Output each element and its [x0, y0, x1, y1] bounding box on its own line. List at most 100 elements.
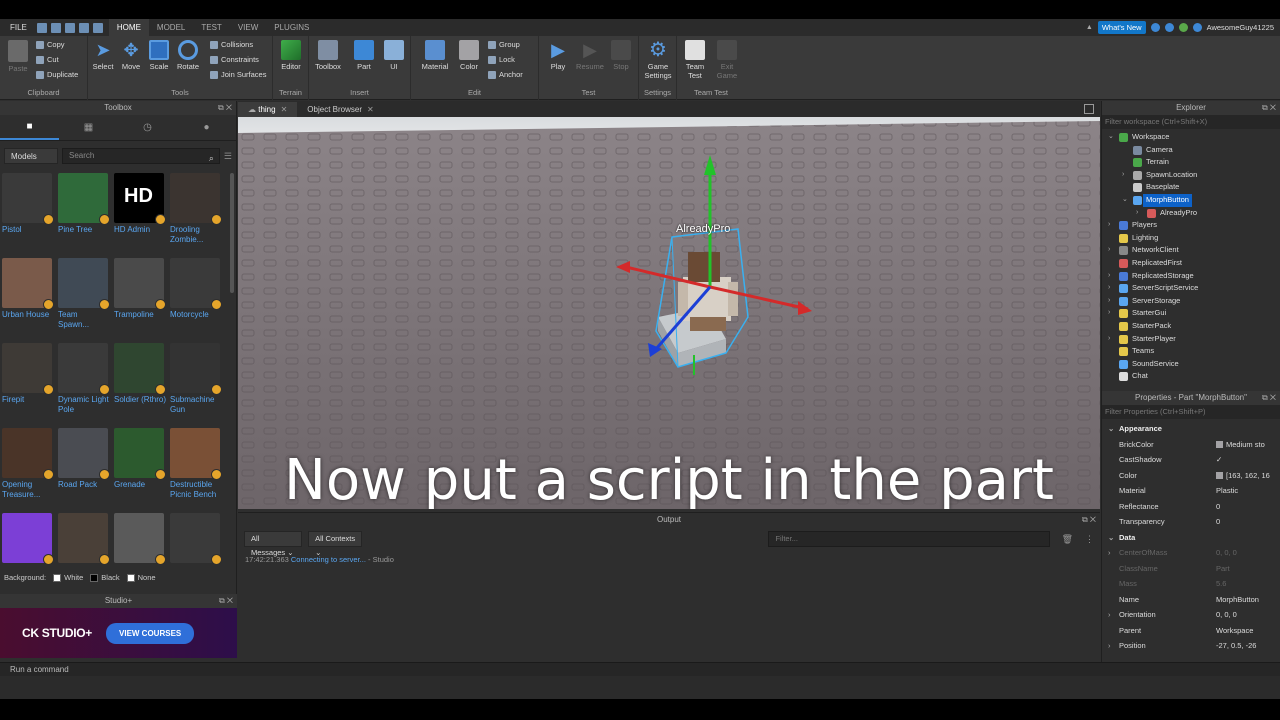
chevron-right-icon[interactable]: ›	[1108, 307, 1110, 320]
team-test-button[interactable]: Team Test	[680, 40, 710, 80]
chevron-right-icon[interactable]: ›	[1108, 333, 1110, 346]
more-options-icon[interactable]: ⋮	[1085, 534, 1094, 545]
resume-button[interactable]: ▶ Resume	[575, 40, 605, 71]
anchor-button[interactable]: Anchor	[488, 70, 523, 79]
help-icon[interactable]	[1150, 23, 1160, 32]
toolbox-item[interactable]	[58, 513, 110, 568]
property-row[interactable]: › Position -27, 0.5, -26	[1102, 638, 1274, 654]
3d-viewport[interactable]: AlreadyPro Now put a script in the part	[238, 117, 1100, 509]
cut-button[interactable]: Cut	[36, 55, 59, 64]
marketplace-tab[interactable]: ■	[0, 115, 59, 140]
property-row[interactable]: Name MorphButton	[1102, 592, 1274, 608]
toolbox-item[interactable]: Submachine Gun	[170, 343, 222, 425]
property-row[interactable]: › Orientation 0, 0, 0	[1102, 607, 1274, 623]
property-row[interactable]: Color [163, 162, 16	[1102, 468, 1274, 484]
property-value[interactable]: [163, 162, 16	[1216, 468, 1272, 484]
rotate-tool[interactable]: Rotate	[173, 40, 203, 71]
terrain-editor-button[interactable]: Editor	[276, 40, 306, 71]
file-menu[interactable]: FILE	[0, 23, 37, 32]
explorer-item[interactable]: Baseplate	[1102, 181, 1272, 194]
creations-tab[interactable]: ●	[177, 115, 236, 140]
search-icon[interactable]: ⌕	[209, 151, 214, 165]
property-row[interactable]: BrickColor Medium sto	[1102, 437, 1274, 453]
tab-object-browser[interactable]: Object Browser ✕	[297, 102, 384, 117]
friends-icon[interactable]	[1178, 23, 1188, 32]
chevron-right-icon[interactable]: ›	[1108, 607, 1111, 623]
chevron-right-icon[interactable]: ›	[1122, 169, 1124, 182]
tab-plugins[interactable]: PLUGINS	[266, 19, 317, 36]
property-value[interactable]: Plastic	[1216, 483, 1272, 499]
explorer-item[interactable]: ⌄ MorphButton	[1102, 194, 1272, 207]
explorer-item[interactable]: StarterPack	[1102, 320, 1272, 333]
chevron-right-icon[interactable]: ›	[1108, 545, 1111, 561]
explorer-item[interactable]: › StarterPlayer	[1102, 333, 1272, 346]
explorer-item[interactable]: › ServerStorage	[1102, 295, 1272, 308]
explorer-item[interactable]: › ServerScriptService	[1102, 282, 1272, 295]
properties-filter-input[interactable]: Filter Properties (Ctrl+Shift+P)	[1102, 405, 1280, 419]
avatar[interactable]	[1192, 23, 1202, 32]
explorer-item[interactable]: › AlreadyPro	[1102, 207, 1272, 220]
part-button[interactable]: Part	[349, 40, 379, 71]
toolbox-item[interactable]: Dynamic Light Pole	[58, 343, 110, 425]
explorer-item[interactable]: › Players	[1102, 219, 1272, 232]
toolbox-item[interactable]: Firepit	[2, 343, 54, 425]
chevron-down-icon[interactable]: ⌄	[1108, 421, 1114, 437]
material-button[interactable]: Material	[420, 40, 450, 71]
explorer-filter-input[interactable]: Filter workspace (Ctrl+Shift+X)	[1102, 115, 1280, 129]
property-row[interactable]: CastShadow ✓	[1102, 452, 1274, 468]
toolbox-item[interactable]: Drooling Zombie...	[170, 173, 222, 255]
exit-game-button[interactable]: Exit Game	[712, 40, 742, 80]
explorer-item[interactable]: Lighting	[1102, 232, 1272, 245]
explorer-item[interactable]: › ReplicatedStorage	[1102, 270, 1272, 283]
toolbox-item[interactable]: Grenade	[114, 428, 166, 510]
clear-output-icon[interactable]: 🗑	[1062, 534, 1073, 545]
close-icon[interactable]: ⧉ ✕	[218, 101, 232, 115]
explorer-item[interactable]: SoundService	[1102, 358, 1272, 371]
toolbox-item[interactable]: Pistol	[2, 173, 54, 255]
close-icon[interactable]: ⧉ ✕	[1262, 101, 1276, 115]
command-bar[interactable]: Run a command	[0, 662, 1280, 676]
contexts-filter-dropdown[interactable]: All Contexts ⌄	[308, 531, 363, 557]
paste-button[interactable]: Paste	[4, 40, 32, 73]
explorer-item[interactable]: Teams	[1102, 345, 1272, 358]
bg-none-option[interactable]: None	[126, 573, 156, 583]
save-icon[interactable]	[36, 22, 47, 33]
chevron-down-icon[interactable]: ⌄	[1108, 131, 1114, 144]
explorer-item[interactable]: › StarterGui	[1102, 307, 1272, 320]
move-tool[interactable]: ✥ Move	[116, 40, 146, 71]
stop-button[interactable]: Stop	[606, 40, 636, 71]
toolbox-item[interactable]: Destructible Picnic Bench	[170, 428, 222, 510]
filter-icon[interactable]: ☰	[224, 151, 232, 162]
toolbox-item[interactable]: HD HD Admin	[114, 173, 166, 255]
copy-button[interactable]: Copy	[36, 40, 65, 49]
property-value[interactable]: Part	[1216, 561, 1272, 577]
share-icon[interactable]	[1164, 23, 1174, 32]
color-button[interactable]: Color	[454, 40, 484, 71]
whats-new-button[interactable]: What's New	[1097, 21, 1146, 34]
scale-tool[interactable]: Scale	[144, 40, 174, 71]
explorer-item[interactable]: Chat	[1102, 370, 1272, 383]
property-value[interactable]: MorphButton	[1216, 592, 1272, 608]
join-surfaces-toggle[interactable]: Join Surfaces	[210, 70, 266, 79]
close-icon[interactable]: ⧉ ✕	[1082, 513, 1096, 527]
constraints-toggle[interactable]: Constraints	[210, 55, 259, 64]
lock-button[interactable]: Lock	[488, 55, 515, 64]
username[interactable]: AwesomeGuy41225	[1207, 23, 1274, 32]
explorer-item[interactable]: › NetworkClient	[1102, 244, 1272, 257]
property-value[interactable]: 0	[1216, 514, 1272, 530]
toolbox-item[interactable]: Road Pack	[58, 428, 110, 510]
redo-icon[interactable]	[64, 22, 75, 33]
chevron-right-icon[interactable]: ›	[1136, 207, 1138, 220]
output-filter-input[interactable]: Filter...	[768, 531, 1050, 547]
chevron-right-icon[interactable]: ›	[1108, 638, 1111, 654]
explorer-item[interactable]: ReplicatedFirst	[1102, 257, 1272, 270]
toolbox-scrollbar[interactable]	[230, 173, 234, 293]
collisions-toggle[interactable]: Collisions	[210, 40, 253, 49]
duplicate-button[interactable]: Duplicate	[36, 70, 78, 79]
toolbox-search-input[interactable]: Search ⌕	[62, 148, 220, 164]
toolbox-item[interactable]: Soldier (Rthro)	[114, 343, 166, 425]
property-row[interactable]: Mass 5.6	[1102, 576, 1274, 592]
tab-thing[interactable]: ☁ thing ✕	[238, 102, 298, 117]
property-value[interactable]: -27, 0.5, -26	[1216, 638, 1272, 654]
chevron-down-icon[interactable]: ⌄	[1108, 530, 1114, 546]
